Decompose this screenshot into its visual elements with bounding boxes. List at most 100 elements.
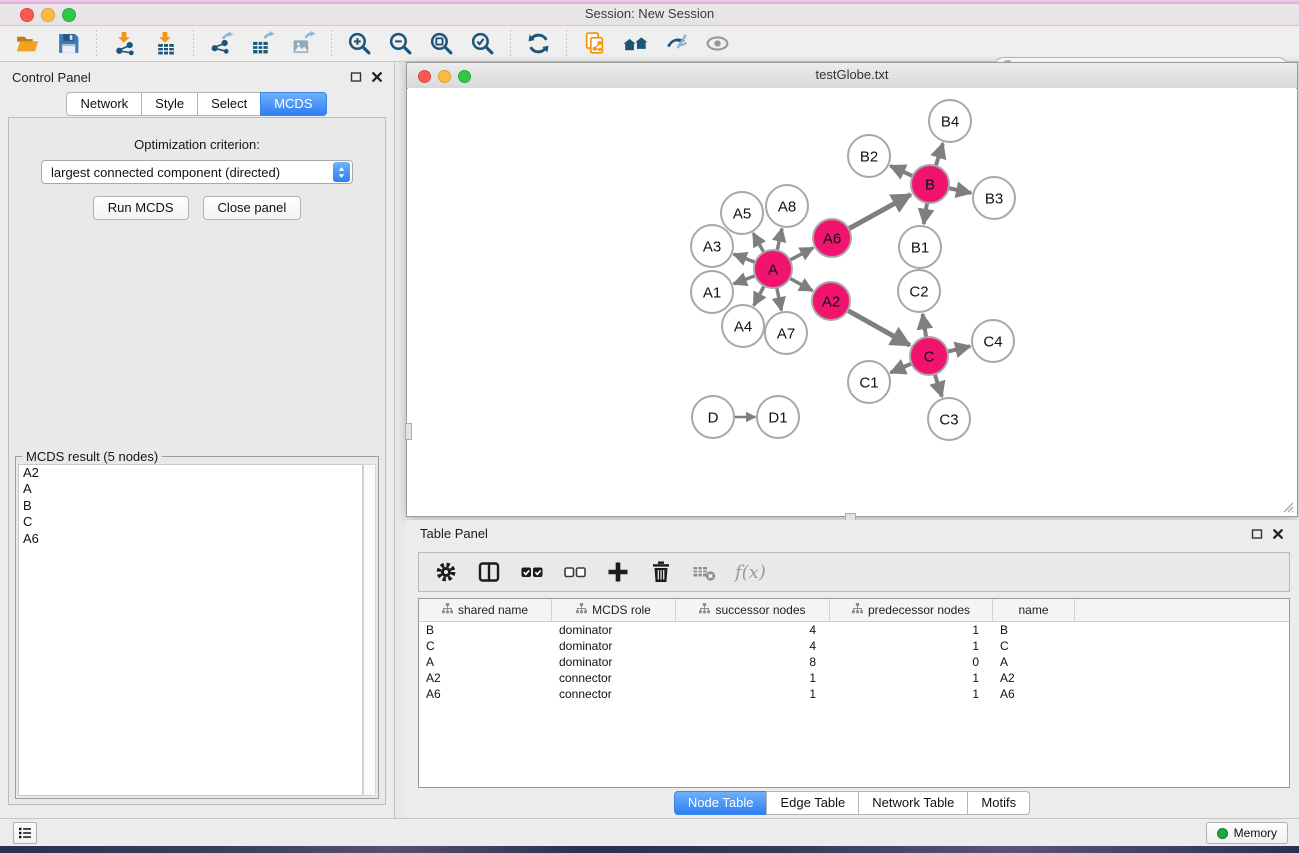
network-graph[interactable]: B4 B2 B B3 A8A5 A6 A3 B1 A C2 A1 A2 A4A7 C4 C C1 D D1 C3	[408, 88, 1298, 516]
table-panel-titlebar: Table Panel	[406, 520, 1299, 550]
svg-text:B3: B3	[985, 191, 1003, 208]
zoom-out-icon[interactable]	[387, 30, 414, 57]
column-header-predecessor-nodes[interactable]: predecessor nodes	[830, 599, 993, 621]
graph-node-C1[interactable]: C1	[848, 361, 890, 403]
table-panel-tabs: Node TableEdge TableNetwork TableMotifs	[406, 791, 1299, 815]
resize-grip-icon[interactable]	[1281, 500, 1294, 513]
mcds-result-item[interactable]: A6	[19, 531, 362, 547]
close-panel-icon[interactable]	[371, 70, 384, 83]
graph-node-D1[interactable]: D1	[757, 396, 799, 438]
graph-node-A3[interactable]: A3	[691, 225, 733, 267]
float-panel-icon[interactable]	[350, 70, 363, 83]
table-header-row: shared nameMCDS rolesuccessor nodesprede…	[419, 599, 1289, 622]
columns-icon[interactable]	[475, 557, 505, 587]
graph-node-A4[interactable]: A4	[722, 305, 764, 347]
column-header-successor-nodes[interactable]: successor nodes	[676, 599, 830, 621]
tab-motifs[interactable]: Motifs	[967, 791, 1030, 815]
deselect-all-icon[interactable]	[561, 557, 591, 587]
graph-node-C2[interactable]: C2	[898, 270, 940, 312]
svg-text:B4: B4	[941, 114, 959, 131]
float-table-panel-icon[interactable]	[1251, 527, 1264, 540]
column-header-name[interactable]: name	[993, 599, 1075, 621]
panel-resize-handle[interactable]	[405, 423, 412, 440]
toolbar-group	[14, 30, 82, 57]
layout-icon[interactable]	[622, 30, 649, 57]
mcds-panel: Optimization criterion: largest connecte…	[8, 117, 386, 805]
tab-node-table[interactable]: Node Table	[674, 791, 768, 815]
column-header-shared-name[interactable]: shared name	[419, 599, 552, 621]
graph-node-B3[interactable]: B3	[973, 177, 1015, 219]
table-cell: connector	[552, 687, 676, 701]
graph-node-A7[interactable]: A7	[765, 312, 807, 354]
show-details-icon[interactable]	[704, 30, 731, 57]
refresh-icon[interactable]	[525, 30, 552, 57]
network-window-titlebar[interactable]: testGlobe.txt	[407, 63, 1297, 89]
table-row[interactable]: Adominator80A	[419, 654, 1289, 670]
tab-network-table[interactable]: Network Table	[858, 791, 968, 815]
mcds-result-item[interactable]: B	[19, 498, 362, 514]
zoom-fit-icon[interactable]	[428, 30, 455, 57]
mcds-result-item[interactable]: A2	[19, 465, 362, 481]
table-row[interactable]: Bdominator41B	[419, 622, 1289, 638]
tree-icon	[699, 603, 710, 617]
tab-edge-table[interactable]: Edge Table	[766, 791, 859, 815]
tab-style[interactable]: Style	[141, 92, 198, 116]
export-network-icon[interactable]	[208, 30, 235, 57]
network-canvas[interactable]: B4 B2 B B3 A8A5 A6 A3 B1 A C2 A1 A2 A4A7 C4 C C1 D D1 C3	[408, 88, 1296, 515]
graph-node-B4[interactable]: B4	[929, 100, 971, 142]
mcds-result-item[interactable]: C	[19, 514, 362, 530]
graph-node-A6[interactable]: A6	[813, 219, 851, 257]
run-mcds-button[interactable]: Run MCDS	[93, 196, 189, 220]
gear-icon[interactable]	[432, 557, 462, 587]
table-cell: connector	[552, 671, 676, 685]
toolbar-separator	[193, 30, 194, 58]
table-cell: 1	[830, 623, 993, 637]
graph-node-B2[interactable]: B2	[848, 135, 890, 177]
table-row[interactable]: A6connector11A6	[419, 686, 1289, 702]
graph-node-B[interactable]: B	[911, 165, 949, 203]
tab-mcds[interactable]: MCDS	[260, 92, 326, 116]
graph-node-C[interactable]: C	[910, 337, 948, 375]
delete-row-icon[interactable]	[647, 557, 677, 587]
close-table-panel-icon[interactable]	[1272, 527, 1285, 540]
graph-node-D[interactable]: D	[692, 396, 734, 438]
mcds-result-list[interactable]: A2ABCA6	[18, 464, 363, 796]
tab-select[interactable]: Select	[197, 92, 261, 116]
close-panel-button[interactable]: Close panel	[203, 196, 302, 220]
table-cell: 0	[830, 655, 993, 669]
table-cell: 1	[830, 687, 993, 701]
export-table-icon[interactable]	[249, 30, 276, 57]
graph-node-A5[interactable]: A5	[721, 192, 763, 234]
task-history-button[interactable]	[13, 822, 37, 844]
add-row-icon[interactable]	[604, 557, 634, 587]
graph-node-C4[interactable]: C4	[972, 320, 1014, 362]
clone-network-icon[interactable]	[581, 30, 608, 57]
optimization-criterion-select[interactable]: largest connected component (directed)	[41, 160, 353, 184]
graph-node-A1[interactable]: A1	[691, 271, 733, 313]
tab-network[interactable]: Network	[66, 92, 142, 116]
save-session-icon[interactable]	[55, 30, 82, 57]
table-cell: C	[993, 639, 1075, 653]
graph-node-A2[interactable]: A2	[812, 282, 850, 320]
zoom-in-icon[interactable]	[346, 30, 373, 57]
graph-node-A8[interactable]: A8	[766, 185, 808, 227]
graph-node-A[interactable]: A	[754, 250, 792, 288]
result-scrollbar[interactable]	[363, 464, 376, 796]
graph-node-B1[interactable]: B1	[899, 226, 941, 268]
memory-button[interactable]: Memory	[1206, 822, 1288, 844]
import-network-icon[interactable]	[111, 30, 138, 57]
table-row[interactable]: Cdominator41C	[419, 638, 1289, 654]
zoom-selected-icon[interactable]	[469, 30, 496, 57]
main-toolbar-groups	[14, 30, 731, 58]
table-cell: A2	[993, 671, 1075, 685]
select-all-icon[interactable]	[518, 557, 548, 587]
mcds-result-item[interactable]: A	[19, 481, 362, 497]
hide-details-icon[interactable]	[663, 30, 690, 57]
table-row[interactable]: A2connector11A2	[419, 670, 1289, 686]
import-table-icon[interactable]	[152, 30, 179, 57]
table-cell: B	[419, 623, 552, 637]
export-image-icon[interactable]	[290, 30, 317, 57]
column-header-mcds-role[interactable]: MCDS role	[552, 599, 676, 621]
graph-node-C3[interactable]: C3	[928, 398, 970, 440]
open-session-icon[interactable]	[14, 30, 41, 57]
